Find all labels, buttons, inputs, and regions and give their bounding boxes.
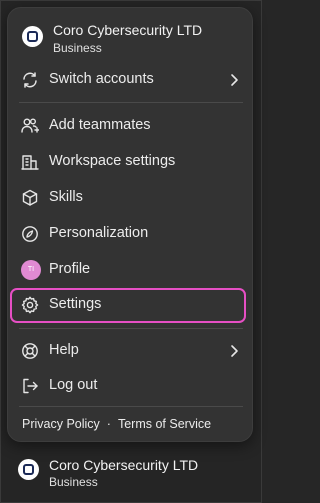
add-people-icon	[21, 117, 39, 135]
log-out-icon	[21, 377, 39, 395]
workspace-settings-item[interactable]: Workspace settings	[10, 146, 248, 178]
skills-label: Skills	[49, 189, 83, 205]
log-out-item[interactable]: Log out	[10, 370, 248, 402]
switch-accounts-item[interactable]: Switch accounts	[10, 64, 248, 96]
cube-icon	[21, 189, 39, 207]
gear-icon	[21, 296, 39, 314]
building-icon	[21, 153, 39, 171]
lifebuoy-icon	[21, 342, 39, 360]
switch-accounts-label: Switch accounts	[49, 71, 154, 87]
divider	[19, 102, 243, 103]
divider	[19, 328, 243, 329]
workspace-settings-label: Workspace settings	[49, 153, 176, 169]
personalization-label: Personalization	[49, 225, 149, 241]
switch-arrows-icon	[21, 71, 39, 89]
workspace-name: Coro Cybersecurity LTD	[49, 457, 199, 473]
chevron-right-icon	[228, 344, 240, 358]
avatar: TI	[21, 260, 41, 280]
divider	[19, 406, 243, 407]
personalization-item[interactable]: Personalization	[10, 218, 248, 250]
workspace-name: Coro Cybersecurity LTD	[53, 22, 203, 38]
log-out-label: Log out	[49, 377, 98, 393]
footer-links: Privacy Policy · Terms of Service	[22, 417, 211, 431]
add-teammates-label: Add teammates	[49, 117, 151, 133]
workspace-switcher[interactable]: Coro Cybersecurity LTD Business	[4, 447, 258, 497]
skills-item[interactable]: Skills	[10, 182, 248, 214]
help-label: Help	[49, 342, 79, 358]
workspace-plan: Business	[49, 475, 98, 489]
workspace-header[interactable]: Coro Cybersecurity LTD Business	[20, 19, 240, 59]
chevron-right-icon	[228, 73, 240, 87]
settings-label: Settings	[49, 296, 102, 312]
personalization-icon	[21, 225, 39, 243]
settings-item[interactable]: Settings	[10, 288, 246, 323]
separator-dot: ·	[106, 417, 111, 431]
help-item[interactable]: Help	[10, 335, 248, 367]
terms-of-service-link[interactable]: Terms of Service	[118, 417, 211, 431]
coro-logo-icon	[22, 26, 43, 47]
coro-logo-icon	[18, 459, 39, 480]
profile-item[interactable]: TI Profile	[10, 254, 248, 286]
profile-label: Profile	[49, 261, 91, 277]
account-menu: Coro Cybersecurity LTD Business Switch a…	[7, 7, 253, 442]
workspace-plan: Business	[53, 41, 102, 55]
add-teammates-item[interactable]: Add teammates	[10, 110, 248, 142]
privacy-policy-link[interactable]: Privacy Policy	[22, 417, 100, 431]
